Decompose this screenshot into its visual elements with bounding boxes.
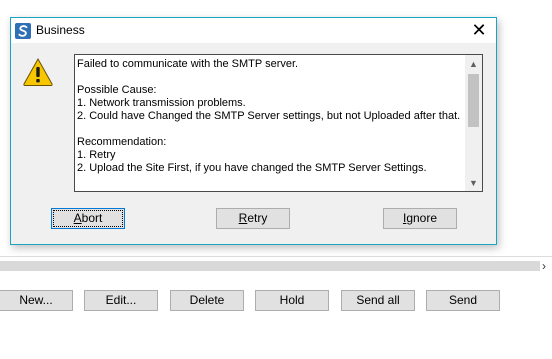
- scroll-down-icon[interactable]: ▼: [465, 176, 482, 191]
- scroll-up-icon[interactable]: ▲: [465, 57, 482, 72]
- error-message-box[interactable]: Failed to communicate with the SMTP serv…: [74, 54, 483, 192]
- ignore-label: gnore: [406, 211, 438, 225]
- message-vertical-scrollbar[interactable]: ▲ ▼: [465, 55, 482, 191]
- focus-rectangle: [53, 210, 123, 227]
- send-button[interactable]: Send: [426, 290, 500, 311]
- error-dialog: Business ✕ Failed to communicate with th…: [10, 17, 497, 245]
- ignore-button[interactable]: Ignore: [383, 208, 457, 229]
- app-logo-icon: [15, 23, 31, 39]
- send-all-button[interactable]: Send all: [341, 290, 415, 311]
- dialog-title: Business: [36, 23, 85, 37]
- retry-label: etry: [247, 211, 268, 225]
- delete-button[interactable]: Delete: [170, 290, 244, 311]
- abort-button[interactable]: Abort: [51, 208, 125, 229]
- error-message-text: Failed to communicate with the SMTP serv…: [77, 58, 461, 174]
- new-button[interactable]: New...: [0, 290, 73, 311]
- scrollbar-track[interactable]: [0, 261, 540, 271]
- close-icon[interactable]: ✕: [470, 20, 488, 40]
- edit-button[interactable]: Edit...: [84, 290, 158, 311]
- scroll-right-arrow-icon[interactable]: ›: [538, 258, 550, 274]
- retry-button[interactable]: Retry: [216, 208, 290, 229]
- dialog-titlebar[interactable]: Business ✕: [11, 18, 496, 43]
- warning-icon: [22, 57, 54, 87]
- hold-button[interactable]: Hold: [255, 290, 329, 311]
- horizontal-scrollbar[interactable]: ›: [0, 256, 552, 275]
- scrollbar-thumb[interactable]: [468, 74, 479, 127]
